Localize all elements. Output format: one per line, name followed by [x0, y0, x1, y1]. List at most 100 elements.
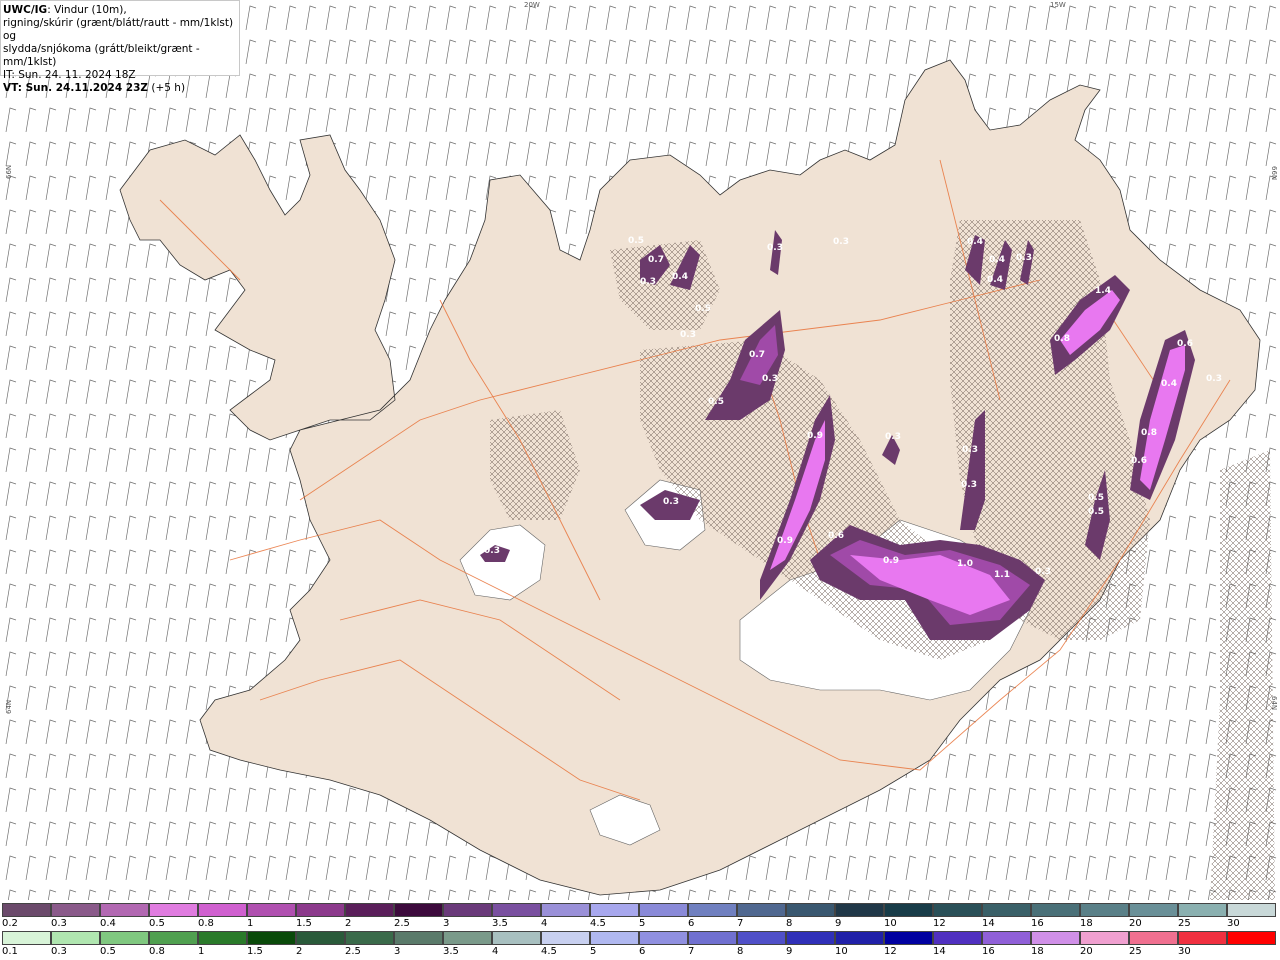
- legend-label: 0.1: [2, 946, 18, 957]
- precip-value-label: 0.7: [648, 255, 664, 265]
- legend-label: 16: [982, 946, 995, 957]
- legend-label: 4.5: [590, 918, 606, 929]
- legend-swatch: [835, 931, 884, 945]
- graticule-label: 64N: [1270, 696, 1278, 710]
- snow-legend-labels: 0.2 0.3 0.4 0.5 0.8 1 1.5 2 2.5 3 3.5 4 4.5 5 6 7 8 9 10 12…: [0, 918, 1280, 932]
- legend-swatch: [737, 903, 786, 917]
- legend-swatch: [345, 903, 394, 917]
- legend-label: 3: [443, 918, 450, 929]
- legend-label: 18: [1080, 918, 1093, 929]
- legend-label: 0.5: [149, 918, 165, 929]
- snow-legend: 0.2 0.3 0.4 0.5 0.8 1 1.5 2 2.5 3 3.5 4 4.5 5 6 7 8 9 10 12…: [0, 902, 1280, 930]
- precip-value-label: 0.4: [989, 255, 1005, 265]
- legend-label: 3: [394, 946, 401, 957]
- legend-label: 4: [541, 918, 548, 929]
- legend-label: 14: [982, 918, 995, 929]
- legend-label: 3.5: [443, 946, 459, 957]
- legend-swatch: [1178, 903, 1227, 917]
- legend-swatch: [51, 903, 100, 917]
- legend-label: 20: [1080, 946, 1093, 957]
- precip-value-label: 0.3: [1016, 253, 1032, 263]
- legend-swatch: [345, 931, 394, 945]
- precip-value-label: 0.3: [680, 330, 696, 340]
- legend-swatch: [982, 931, 1031, 945]
- legend-label: 9: [786, 946, 793, 957]
- legend-swatch: [982, 903, 1031, 917]
- legend-label: 7: [688, 946, 695, 957]
- legend-label: 5: [639, 918, 646, 929]
- legend-swatch: [1227, 931, 1276, 945]
- precip-value-label: 0.5: [708, 397, 724, 407]
- precip-value-label: 0.4: [672, 272, 688, 282]
- precip-value-label: 0.6: [828, 531, 844, 541]
- precip-value-label: 0.3: [663, 497, 679, 507]
- init-time: IT: Sun. 24. 11. 2024 18Z: [3, 69, 136, 81]
- legend-swatch: [443, 903, 492, 917]
- legend-label: 25: [1178, 918, 1191, 929]
- legend-label: 18: [1031, 946, 1044, 957]
- legend-swatch: [1031, 931, 1080, 945]
- precip-value-label: 0.5: [695, 304, 711, 314]
- legend-swatch: [884, 931, 933, 945]
- legend-label: 1: [198, 946, 205, 957]
- graticule-label: 15W: [1050, 1, 1066, 9]
- legend-swatch: [541, 903, 590, 917]
- precip-value-label: 0.9: [883, 556, 899, 566]
- legend-label: 0.5: [100, 946, 116, 957]
- legend-swatch: [835, 903, 884, 917]
- precip-value-label: 0.3: [1035, 567, 1051, 577]
- legend-label: 8: [786, 918, 793, 929]
- legend-swatch: [247, 931, 296, 945]
- legend-label: 8: [737, 946, 744, 957]
- legend-label: 1: [247, 918, 254, 929]
- legend-swatch: [590, 903, 639, 917]
- legend-swatch: [2, 903, 51, 917]
- precip-value-label: 0.5: [1088, 493, 1104, 503]
- legend-label: 16: [1031, 918, 1044, 929]
- legend-label: 3.5: [492, 918, 508, 929]
- header-line-1: UWC/IG: Vindur (10m),: [3, 4, 237, 17]
- legend-label: 9: [835, 918, 842, 929]
- precip-value-label: 0.9: [807, 431, 823, 441]
- legend-swatch: [1178, 931, 1227, 945]
- legend-swatch: [1227, 903, 1276, 917]
- legend-label: 30: [1178, 946, 1191, 957]
- precip-value-label: 0.3: [885, 432, 901, 442]
- precip-value-label: 0.3: [961, 480, 977, 490]
- legend-swatch: [100, 903, 149, 917]
- precip-value-label: 0.7: [749, 350, 765, 360]
- legend-swatch: [786, 931, 835, 945]
- valid-time-row: VT: Sun. 24.11.2024 23Z (+5 h): [3, 82, 237, 95]
- legend-swatch: [394, 903, 443, 917]
- graticule-label: 66N: [1270, 166, 1278, 180]
- legend-swatch: [296, 931, 345, 945]
- precip-value-label: 0.3: [833, 237, 849, 247]
- legend-label: 0.8: [198, 918, 214, 929]
- legend-label: 10: [835, 946, 848, 957]
- legend-swatch: [394, 931, 443, 945]
- legend-label: 0.8: [149, 946, 165, 957]
- legend-swatch: [1129, 931, 1178, 945]
- legend-swatch: [443, 931, 492, 945]
- legend-swatch: [100, 931, 149, 945]
- legend-swatch: [688, 903, 737, 917]
- legend-swatch: [149, 931, 198, 945]
- legend-label: 2.5: [345, 946, 361, 957]
- legend-swatch: [933, 931, 982, 945]
- rain-legend: 0.1 0.3 0.5 0.8 1 1.5 2 2.5 3 3.5 4 4.5 5 6 7 8 9 10 12 14 1…: [0, 931, 1280, 960]
- legend-label: 2.5: [394, 918, 410, 929]
- legend-label: 0.3: [51, 946, 67, 957]
- graticule-label: 64N: [5, 700, 13, 714]
- precip-value-label: 0.3: [762, 374, 778, 384]
- lead-time: (+5 h): [151, 82, 186, 94]
- legend-swatch: [639, 931, 688, 945]
- precip-value-label: 1.4: [1095, 286, 1111, 296]
- precip-value-label: 0.3: [640, 277, 656, 287]
- legend-swatch: [1080, 931, 1129, 945]
- precip-value-label: 1.0: [957, 559, 973, 569]
- precip-value-label: 0.6: [1177, 339, 1193, 349]
- precip-value-label: 0.8: [1054, 334, 1070, 344]
- legend-label: 2: [345, 918, 352, 929]
- legend-swatch: [541, 931, 590, 945]
- precip-value-label: 0.6: [1131, 456, 1147, 466]
